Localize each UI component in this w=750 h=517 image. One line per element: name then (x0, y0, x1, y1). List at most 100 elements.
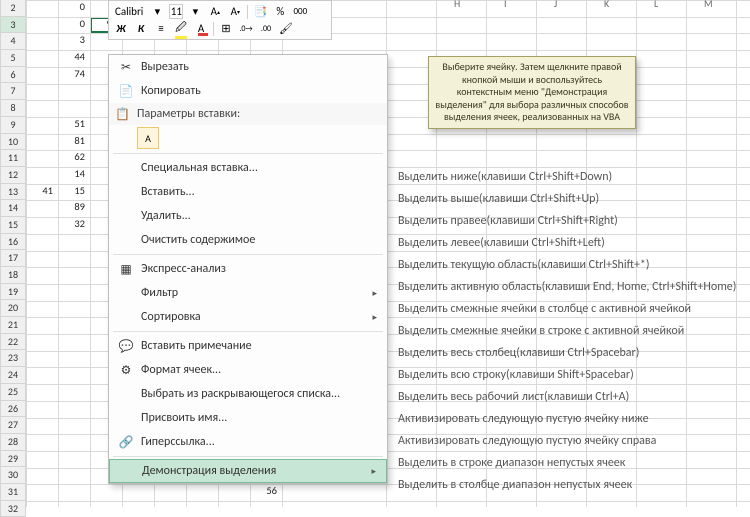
row-header[interactable]: 21 (0, 317, 26, 334)
cell[interactable]: 56 (250, 484, 280, 500)
cell[interactable]: 32 (58, 217, 88, 233)
cell[interactable]: 74 (58, 67, 88, 83)
column-header[interactable]: M (704, 0, 713, 10)
font-color-icon[interactable]: A (193, 21, 209, 37)
row-header[interactable]: 3 (0, 17, 26, 34)
submenu-item[interactable]: Выделить смежные ячейки в столбце с акти… (390, 298, 742, 320)
context-menu-item[interactable]: ▦Экспресс-анализ (109, 257, 387, 281)
row-header[interactable]: 2 (0, 0, 26, 17)
decrease-decimal-icon[interactable]: .0→ (238, 21, 254, 37)
chevron-down-icon[interactable]: ▾ (149, 4, 165, 20)
context-menu-item[interactable]: Демонстрация выделения▸ (109, 459, 387, 483)
row-header[interactable]: 11 (0, 150, 26, 167)
submenu-item[interactable]: Выделить весь рабочий лист(клавиши Ctrl+… (390, 386, 742, 408)
row-header[interactable]: 26 (0, 401, 26, 418)
row-header[interactable]: 19 (0, 284, 26, 301)
context-menu-item[interactable]: Очистить содержимое (109, 228, 387, 252)
context-menu-item[interactable]: Вставить... (109, 180, 387, 204)
context-menu-item[interactable]: ✂Вырезать (109, 55, 387, 79)
row-header[interactable]: 17 (0, 250, 26, 267)
fill-color-icon[interactable]: 🖉 (173, 21, 189, 37)
format-painter-icon[interactable]: 🖌 (278, 21, 294, 37)
bold-button[interactable]: Ж (113, 21, 129, 37)
submenu-item[interactable]: Выделить левее(клавиши Ctrl+Shift+Left) (390, 232, 742, 254)
increase-decimal-icon[interactable]: .00 (258, 21, 274, 37)
row-header[interactable]: 28 (0, 434, 26, 451)
font-size-input[interactable] (169, 4, 183, 19)
accounting-format-icon[interactable]: 📑 (252, 4, 268, 20)
submenu-item[interactable]: Выделить правее(клавиши Ctrl+Shift+Right… (390, 210, 742, 232)
column-header[interactable]: L (654, 0, 658, 10)
italic-button[interactable]: К (133, 21, 149, 37)
decrease-font-icon[interactable]: A▾ (227, 4, 243, 20)
row-header[interactable]: 10 (0, 134, 26, 151)
submenu-item[interactable]: Выделить ниже(клавиши Ctrl+Shift+Down) (390, 166, 742, 188)
cell[interactable]: 89 (58, 200, 88, 216)
row-header[interactable]: 22 (0, 334, 26, 351)
submenu-item[interactable]: Активизировать следующую пустую ячейку н… (390, 408, 742, 430)
row-header[interactable]: 4 (0, 33, 26, 50)
row-header[interactable]: 16 (0, 234, 26, 251)
context-menu-item[interactable]: Сортировка▸ (109, 305, 387, 329)
row-header[interactable]: 5 (0, 50, 26, 67)
context-menu-item[interactable]: Фильтр▸ (109, 281, 387, 305)
cell[interactable]: 81 (58, 134, 88, 150)
cell[interactable]: 0 (58, 17, 88, 33)
cell[interactable]: 15 (58, 184, 88, 200)
row-header[interactable]: 18 (0, 267, 26, 284)
chevron-down-icon[interactable]: ▾ (187, 4, 203, 20)
paste-option-default[interactable]: A (137, 127, 159, 149)
submenu-item[interactable]: Выделить текущую область(клавиши Ctrl+Sh… (390, 254, 742, 276)
submenu-item[interactable]: Выделить выше(клавиши Ctrl+Shift+Up) (390, 188, 742, 210)
row-header[interactable]: 9 (0, 117, 26, 134)
submenu-item[interactable]: Активизировать следующую пустую ячейку с… (390, 430, 742, 452)
submenu-item[interactable]: Выделить в столбце диапазон непустых яче… (390, 474, 742, 496)
context-menu-item[interactable]: 📄Копировать (109, 79, 387, 103)
row-header[interactable]: 27 (0, 417, 26, 434)
submenu-item[interactable]: Выделить смежные ячейки в строке с актив… (390, 320, 742, 342)
submenu-item[interactable]: Выделить активную область(клавиши End, H… (390, 276, 742, 298)
submenu-item[interactable]: Выделить всю строку(клавиши Shift+Spaceb… (390, 364, 742, 386)
row-header[interactable]: 32 (0, 501, 26, 517)
row-header[interactable]: 14 (0, 200, 26, 217)
row-header[interactable]: 6 (0, 67, 26, 84)
context-menu-item[interactable]: Удалить... (109, 204, 387, 228)
borders-icon[interactable]: ⊞ (218, 21, 234, 37)
column-header[interactable]: K (604, 0, 609, 10)
cell[interactable]: 51 (58, 117, 88, 133)
submenu-item[interactable]: Выделить в строке диапазон непустых ячее… (390, 452, 742, 474)
context-menu-item[interactable]: 🔗Гиперссылка... (109, 430, 387, 454)
row-header[interactable]: 13 (0, 184, 26, 201)
font-name-select[interactable]: Calibri (113, 5, 145, 18)
cell[interactable]: 14 (58, 167, 88, 183)
submenu-item[interactable]: Выделить весь столбец(клавиши Ctrl+Space… (390, 342, 742, 364)
percent-icon[interactable]: % (272, 4, 288, 20)
row-header[interactable]: 30 (0, 467, 26, 484)
row-header[interactable]: 29 (0, 451, 26, 468)
column-header[interactable]: J (554, 0, 557, 10)
cell[interactable]: 0 (58, 0, 88, 16)
context-menu-item[interactable]: 💬Вставить примечание (109, 334, 387, 358)
context-menu-item[interactable]: Специальная вставка... (109, 156, 387, 180)
column-header[interactable]: I (504, 0, 507, 10)
cell[interactable]: 3 (58, 33, 88, 49)
row-header[interactable]: 31 (0, 484, 26, 501)
row-header[interactable]: 24 (0, 367, 26, 384)
row-header[interactable]: 12 (0, 167, 26, 184)
row-header[interactable]: 15 (0, 217, 26, 234)
align-center-icon[interactable]: ≡ (153, 21, 169, 37)
context-menu-item[interactable]: ⚙Формат ячеек... (109, 358, 387, 382)
thousands-icon[interactable]: 000 (292, 4, 308, 20)
context-menu-item[interactable]: Присвоить имя... (109, 406, 387, 430)
cell[interactable]: 44 (58, 50, 88, 66)
increase-font-icon[interactable]: A▴ (207, 4, 223, 20)
column-header[interactable]: H (454, 0, 460, 10)
context-menu-item[interactable]: Выбрать из раскрывающегося списка... (109, 382, 387, 406)
row-header[interactable]: 8 (0, 100, 26, 117)
row-header[interactable]: 20 (0, 300, 26, 317)
row-header[interactable]: 25 (0, 384, 26, 401)
cell[interactable]: 41 (26, 184, 56, 200)
row-header[interactable]: 7 (0, 83, 26, 100)
cell[interactable]: 62 (58, 150, 88, 166)
row-header[interactable]: 23 (0, 350, 26, 367)
